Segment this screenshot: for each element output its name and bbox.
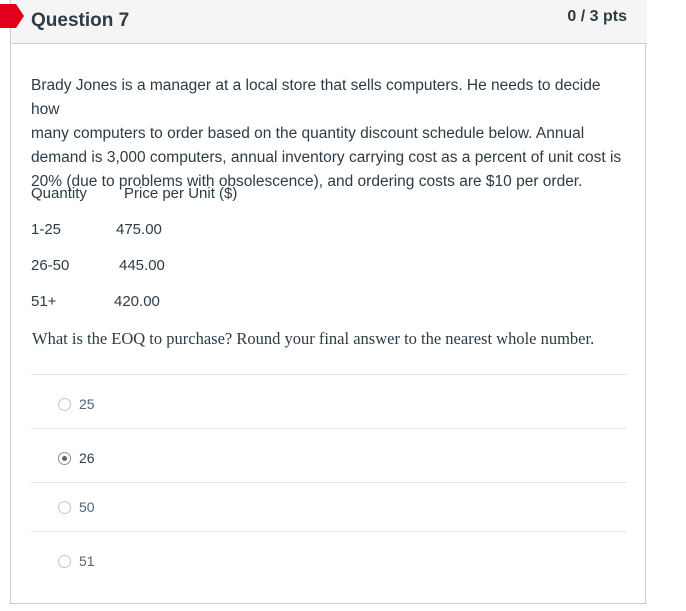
answer-divider — [31, 482, 627, 483]
question-card: Question 7 0 / 3 pts Brady Jones is a ma… — [10, 0, 647, 604]
table-cell-price: 420.00 — [114, 293, 160, 310]
answer-option-51[interactable]: 51 — [58, 551, 95, 571]
table-header-quantity: Quantity — [31, 185, 87, 202]
table-header-price: Price per Unit ($) — [124, 185, 238, 202]
question-title: Question 7 — [31, 10, 130, 31]
answer-label: 50 — [79, 499, 95, 515]
question-header: Question 7 0 / 3 pts — [11, 0, 647, 44]
answer-label: 51 — [79, 553, 95, 569]
answer-option-50[interactable]: 50 — [58, 497, 95, 517]
answer-divider — [31, 428, 627, 429]
answer-option-25[interactable]: 25 — [58, 394, 95, 414]
radio-button[interactable] — [58, 397, 71, 411]
question-text: Brady Jones is a manager at a local stor… — [31, 74, 631, 194]
radio-selected-dot — [62, 455, 67, 461]
answer-option-26[interactable]: 26 — [58, 448, 95, 468]
radio-button[interactable] — [58, 451, 71, 465]
question-text-line: Brady Jones is a manager at a local stor… — [31, 77, 601, 118]
question-prompt: What is the EOQ to purchase? Round your … — [32, 329, 595, 348]
table-cell-quantity: 26-50 — [31, 257, 70, 274]
table-cell-price: 475.00 — [116, 221, 162, 238]
answer-divider — [31, 374, 627, 375]
radio-button[interactable] — [58, 554, 71, 568]
table-cell-quantity: 51+ — [31, 293, 57, 310]
bookmark-flag-icon[interactable] — [0, 4, 28, 28]
question-text-line: many computers to order based on the qua… — [31, 125, 585, 142]
answer-label: 25 — [79, 396, 95, 412]
question-text-line: demand is 3,000 computers, annual invent… — [31, 149, 622, 166]
question-text-line: 20% (due to problems with obsolescence),… — [31, 173, 583, 190]
answer-label: 26 — [79, 450, 95, 466]
answer-divider — [31, 531, 627, 532]
question-points: 0 / 3 pts — [567, 8, 627, 25]
table-cell-price: 445.00 — [119, 257, 165, 274]
table-cell-quantity: 1-25 — [31, 221, 62, 238]
radio-button[interactable] — [58, 500, 71, 514]
